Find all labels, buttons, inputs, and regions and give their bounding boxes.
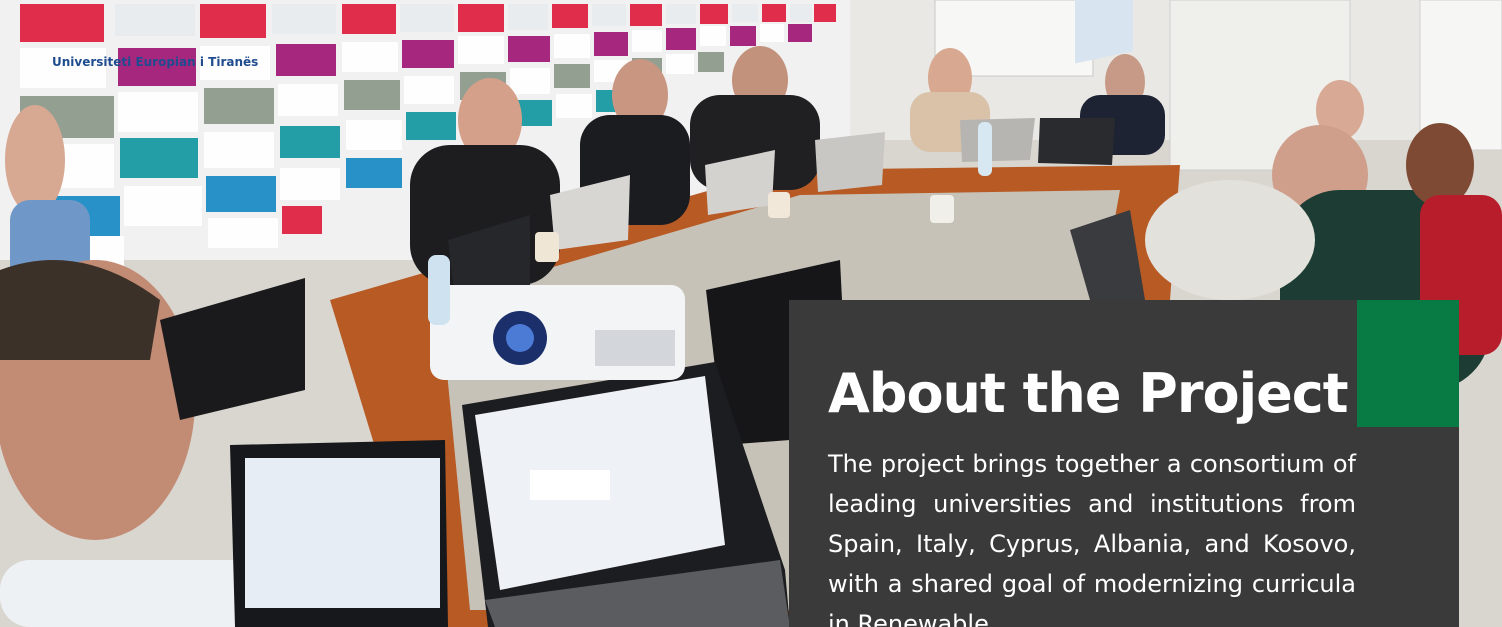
accent-block <box>1357 300 1459 427</box>
hero-section: Universiteti Europian i Tiranës About th… <box>0 0 1502 627</box>
wall-logo-text: Universiteti Europian i Tiranës <box>52 55 258 69</box>
about-title: About the Project <box>828 362 1349 425</box>
about-description: The project brings together a consortium… <box>828 450 1356 627</box>
